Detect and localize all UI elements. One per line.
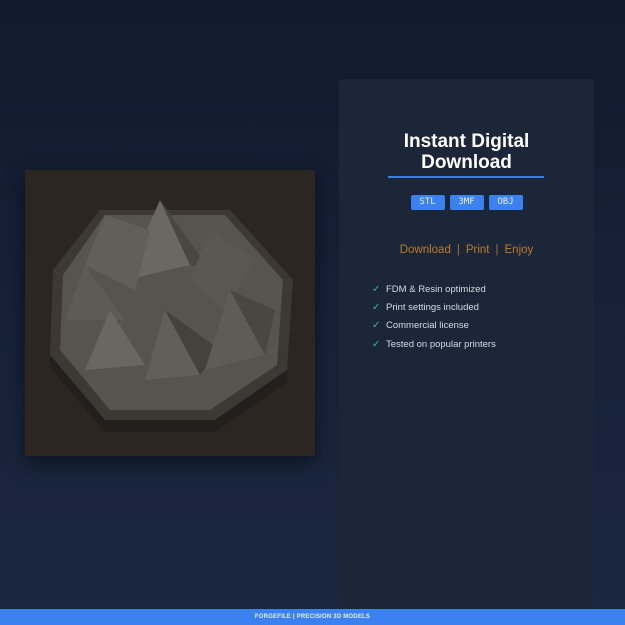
tagline-separator: | (456, 244, 460, 256)
product-image (25, 170, 315, 456)
feature-list: ✓ FDM & Resin optimized ✓ Print settings i… (372, 280, 496, 353)
feature-item: ✓ Tested on popular printers (372, 335, 496, 353)
feature-label: Tested on popular printers (386, 338, 496, 350)
tagline-enjoy: Enjoy (504, 244, 534, 256)
tagline-download: Download (399, 244, 451, 256)
download-info-panel: Instant Digital Download STL 3MF OBJ Dow… (339, 79, 594, 610)
tagline: Download | Print | Enjoy (339, 244, 594, 256)
title-line-1: Instant Digital (403, 131, 530, 152)
footer-bar: FORGEFILE | PRECISION 3D MODELS (0, 609, 625, 625)
title-underline (388, 176, 544, 178)
feature-item: ✓ Print settings included (372, 298, 496, 316)
feature-label: Print settings included (386, 301, 479, 313)
feature-label: FDM & Resin optimized (386, 283, 486, 295)
check-icon: ✓ (372, 283, 381, 295)
format-badge-3mf: 3MF (449, 195, 484, 210)
title-line-2: Download (421, 152, 512, 173)
feature-item: ✓ FDM & Resin optimized (372, 280, 496, 298)
crystal-model-render (50, 200, 293, 432)
feature-label: Commercial license (386, 320, 469, 332)
format-badge-stl: STL (410, 195, 445, 210)
format-badge-obj: OBJ (488, 195, 523, 210)
check-icon: ✓ (372, 320, 381, 332)
feature-item: ✓ Commercial license (372, 317, 496, 335)
tagline-separator: | (495, 244, 499, 256)
check-icon: ✓ (372, 301, 381, 313)
footer-text: FORGEFILE | PRECISION 3D MODELS (254, 614, 371, 620)
panel-title: Instant Digital Download (339, 131, 594, 173)
check-icon: ✓ (372, 338, 381, 350)
tagline-print: Print (465, 244, 490, 256)
format-badges: STL 3MF OBJ (339, 195, 594, 210)
